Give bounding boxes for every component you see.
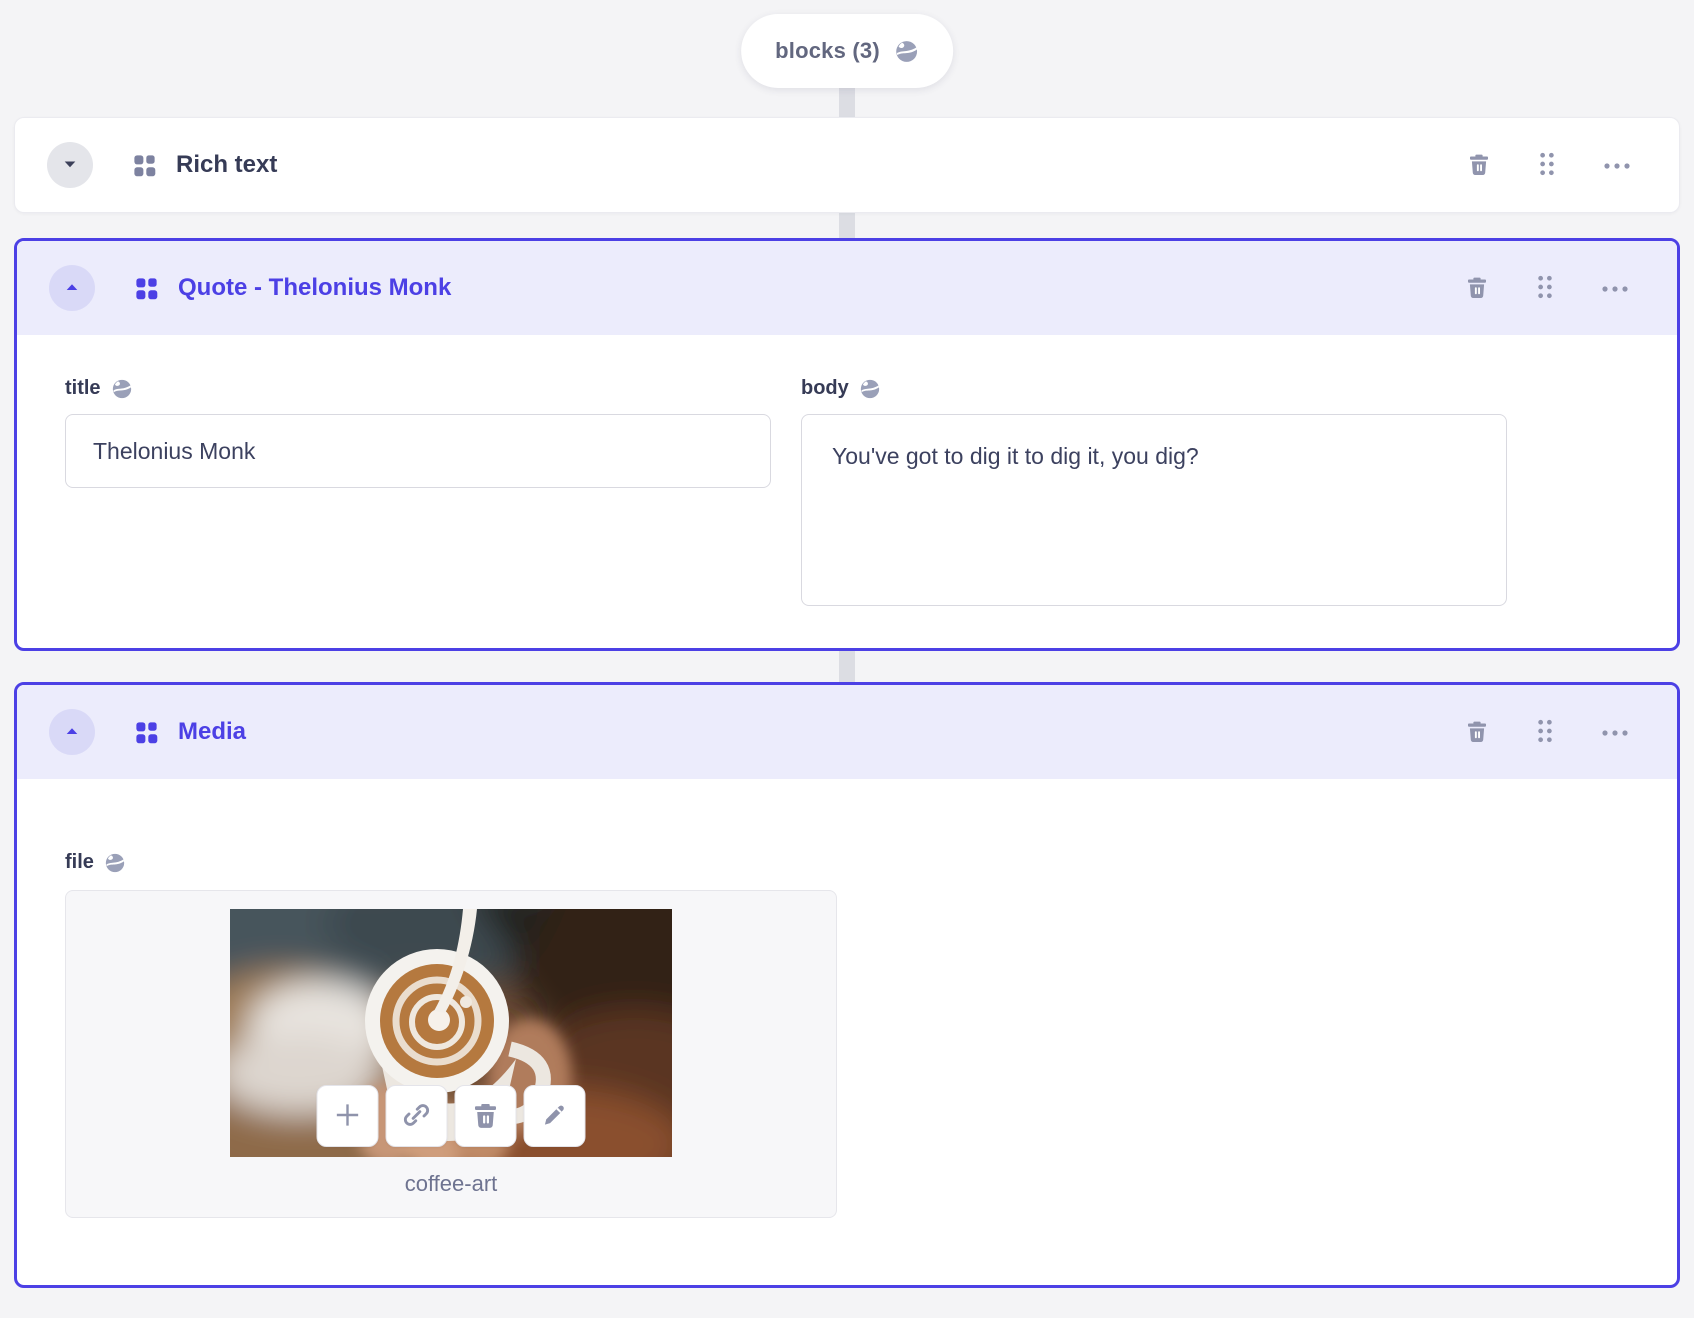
- delete-block-button[interactable]: [1461, 715, 1493, 750]
- file-preview-box: coffee-art: [65, 890, 837, 1218]
- block-card-rich-text: Rich text: [14, 117, 1680, 213]
- media-action-toolbar: [316, 1085, 586, 1147]
- block-title: Rich text: [176, 151, 278, 178]
- drag-handle-icon: [1535, 718, 1555, 747]
- edit-asset-button[interactable]: [523, 1085, 586, 1147]
- ellipsis-icon: [1601, 725, 1629, 740]
- more-options-button[interactable]: [1599, 154, 1635, 177]
- ellipsis-icon: [1603, 158, 1631, 173]
- blocks-icon: [133, 719, 160, 746]
- link-icon: [402, 1100, 432, 1133]
- blocks-field-label: blocks (3): [775, 38, 880, 63]
- block-card-quote: Quote - Thelonius Monk title Thelonius M…: [14, 238, 1680, 651]
- blocks-icon: [133, 275, 160, 302]
- drag-handle[interactable]: [1531, 714, 1559, 751]
- drag-handle-icon: [1537, 151, 1557, 180]
- caret-up-icon: [61, 276, 83, 301]
- field-body-label: body: [801, 377, 849, 399]
- globe-icon: [859, 378, 881, 400]
- field-title: title: [65, 377, 771, 611]
- more-options-button[interactable]: [1597, 721, 1633, 744]
- trash-icon: [1465, 275, 1489, 302]
- collapse-button[interactable]: [49, 709, 95, 755]
- block-header-quote[interactable]: Quote - Thelonius Monk: [17, 241, 1677, 335]
- delete-asset-button[interactable]: [454, 1085, 517, 1147]
- trash-icon: [1465, 719, 1489, 746]
- body-textarea[interactable]: You've got to dig it to dig it, you dig?: [801, 414, 1507, 606]
- collapse-button[interactable]: [49, 265, 95, 311]
- globe-icon: [111, 378, 133, 400]
- caret-up-icon: [61, 720, 83, 745]
- link-asset-button[interactable]: [385, 1085, 448, 1147]
- pencil-icon: [541, 1101, 569, 1132]
- media-thumbnail[interactable]: [230, 909, 672, 1157]
- block-title: Media: [178, 718, 247, 745]
- blocks-field-pill[interactable]: blocks (3): [741, 14, 953, 88]
- field-title-label: title: [65, 377, 101, 399]
- ellipsis-icon: [1601, 281, 1629, 296]
- asset-filename: coffee-art: [404, 1171, 498, 1196]
- expand-button[interactable]: [47, 142, 93, 188]
- field-body: body You've got to dig it to dig it, you…: [801, 377, 1507, 611]
- trash-icon: [472, 1101, 500, 1132]
- trash-icon: [1467, 152, 1491, 179]
- globe-icon: [104, 852, 126, 874]
- block-card-media: Media file coffee-art: [14, 682, 1680, 1288]
- drag-handle-icon: [1535, 274, 1555, 303]
- blocks-icon: [131, 152, 158, 179]
- delete-block-button[interactable]: [1463, 148, 1495, 183]
- field-file-label: file: [65, 851, 94, 873]
- drag-handle[interactable]: [1533, 147, 1561, 184]
- block-header-media[interactable]: Media: [17, 685, 1677, 779]
- more-options-button[interactable]: [1597, 277, 1633, 300]
- block-title: Quote - Thelonius Monk: [178, 274, 452, 301]
- title-input[interactable]: [65, 414, 771, 488]
- globe-icon: [894, 39, 919, 64]
- block-header-rich-text[interactable]: Rich text: [15, 118, 1679, 212]
- plus-icon: [332, 1099, 364, 1134]
- add-asset-button[interactable]: [316, 1085, 379, 1147]
- drag-handle[interactable]: [1531, 270, 1559, 307]
- caret-down-icon: [59, 153, 81, 178]
- delete-block-button[interactable]: [1461, 271, 1493, 306]
